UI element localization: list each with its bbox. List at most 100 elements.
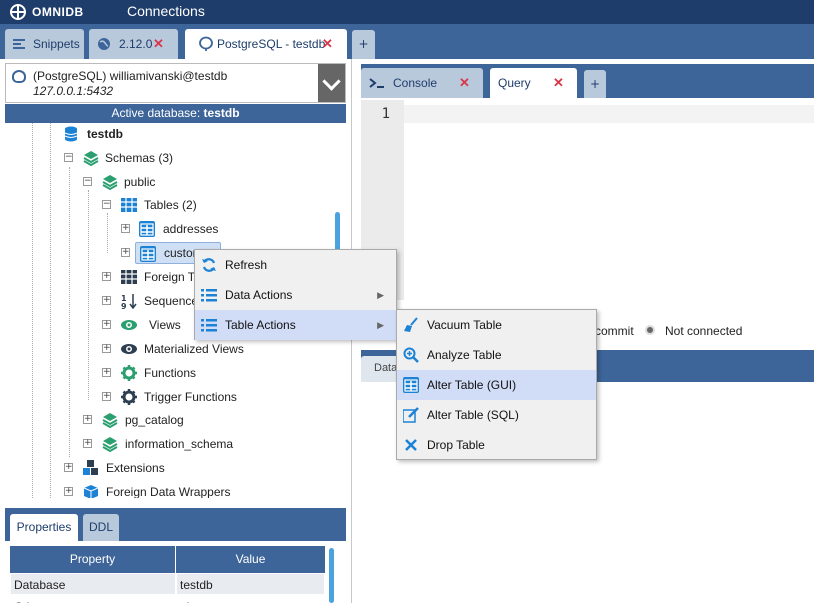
expand-icon[interactable]: + xyxy=(83,439,92,448)
active-database-prefix: Active database: xyxy=(111,106,204,120)
add-tab-button[interactable]: + xyxy=(352,30,375,59)
table-icon xyxy=(140,246,156,262)
table-grid-icon xyxy=(121,270,137,284)
connection-selector[interactable]: (PostgreSQL) williamivanski@testdb 127.0… xyxy=(5,63,346,103)
expand-icon[interactable]: + xyxy=(102,272,111,281)
line-number: 1 xyxy=(381,106,390,122)
tab-snippets[interactable]: Snippets xyxy=(5,29,84,59)
property-value: ab xyxy=(176,595,325,603)
menu-item-table-actions[interactable]: Table Actions ▶ xyxy=(195,310,396,340)
chevron-down-icon[interactable] xyxy=(318,64,345,102)
menu-label: Vacuum Table xyxy=(427,318,502,332)
tab-postgresql-testdb[interactable]: PostgreSQL - testdb ✕ xyxy=(185,29,347,59)
property-name: Oth xyxy=(10,595,176,603)
column-header-property: Property xyxy=(10,546,175,573)
expand-icon[interactable]: + xyxy=(64,487,73,496)
close-icon[interactable]: ✕ xyxy=(459,75,470,91)
layers-icon xyxy=(102,437,118,452)
refresh-icon xyxy=(202,258,216,272)
menu-item-drop-table[interactable]: Drop Table xyxy=(397,430,596,460)
layers-icon xyxy=(102,413,118,428)
add-editor-tab-button[interactable]: + xyxy=(584,70,606,98)
expand-icon[interactable]: + xyxy=(83,415,92,424)
close-icon[interactable]: ✕ xyxy=(322,36,333,52)
close-icon[interactable]: ✕ xyxy=(153,36,164,52)
tab-label: Query xyxy=(498,76,531,90)
expand-icon[interactable]: + xyxy=(102,368,111,377)
layers-icon xyxy=(83,151,99,166)
tab-data[interactable]: Data xyxy=(361,356,399,382)
properties-scrollbar[interactable] xyxy=(329,548,334,603)
tree-label: Tables (2) xyxy=(144,198,197,212)
tab-console[interactable]: Console ✕ xyxy=(361,68,483,98)
context-menu: Refresh Data Actions ▶ Table Actions ▶ xyxy=(194,249,397,340)
menu-label: Drop Table xyxy=(427,438,485,452)
tree-label: Views xyxy=(149,318,181,332)
snippets-icon xyxy=(13,39,25,49)
tab-version[interactable]: 2.12.0 ✕ xyxy=(89,29,178,59)
connection-status: Not connected xyxy=(665,324,743,338)
tree-label: addresses xyxy=(163,222,219,236)
tree-label: Sequence xyxy=(144,294,199,308)
nav-connections-link[interactable]: Connections xyxy=(127,3,205,19)
tab-query[interactable]: Query ✕ xyxy=(490,68,577,98)
sql-editor[interactable]: 1 xyxy=(361,100,814,300)
property-name: Database xyxy=(10,573,176,595)
connection-tab-bar: Snippets 2.12.0 ✕ PostgreSQL - testdb ✕ … xyxy=(0,24,814,59)
tree-label: pg_catalog xyxy=(125,413,184,427)
tree-label: Trigger Functions xyxy=(144,390,237,404)
collapse-icon[interactable]: − xyxy=(83,177,92,186)
menu-item-alter-table-sql[interactable]: Alter Table (SQL) xyxy=(397,400,596,430)
globe-icon xyxy=(98,38,110,50)
brand-name: OMNIDB xyxy=(32,5,84,19)
tree-label: Schemas (3) xyxy=(105,151,174,165)
expand-icon[interactable]: + xyxy=(121,224,130,233)
tree-label: public xyxy=(124,175,156,189)
tab-ddl[interactable]: DDL xyxy=(83,514,119,541)
tree-label: Materialized Views xyxy=(144,342,244,356)
cubes-icon xyxy=(83,460,98,475)
sort-numeric-icon: 19 xyxy=(121,294,137,309)
tab-label: PostgreSQL - testdb xyxy=(217,37,326,51)
expand-icon[interactable]: + xyxy=(121,248,130,257)
table-actions-submenu: Vacuum Table Analyze Table Alter Table (… xyxy=(396,309,597,460)
close-icon[interactable]: ✕ xyxy=(553,75,564,91)
menu-item-analyze-table[interactable]: Analyze Table xyxy=(397,340,596,370)
collapse-icon[interactable]: − xyxy=(64,153,73,162)
connection-host: 127.0.0.1:5432 xyxy=(33,84,114,98)
eye-icon xyxy=(121,344,137,354)
tab-properties[interactable]: Properties xyxy=(10,514,78,541)
menu-item-alter-table-gui[interactable]: Alter Table (GUI) xyxy=(397,370,596,400)
tree-label: Extensions xyxy=(106,461,165,475)
autocommit-label: commit xyxy=(595,324,634,338)
menu-label: Analyze Table xyxy=(427,348,502,362)
edit-icon xyxy=(403,407,419,423)
submenu-arrow-icon: ▶ xyxy=(377,290,384,300)
gear-icon xyxy=(121,389,137,405)
layers-icon xyxy=(102,175,118,190)
box-icon xyxy=(83,485,99,498)
menu-item-vacuum-table[interactable]: Vacuum Table xyxy=(397,310,596,340)
menu-item-refresh[interactable]: Refresh xyxy=(195,250,396,280)
broom-icon xyxy=(404,317,418,332)
tab-label: Console xyxy=(393,76,438,90)
current-line[interactable] xyxy=(404,105,814,123)
tree-label: testdb xyxy=(87,127,123,141)
postgresql-icon xyxy=(199,36,213,51)
table-icon xyxy=(139,221,155,237)
expand-icon[interactable]: + xyxy=(102,296,111,305)
column-header-value: Value xyxy=(176,546,325,573)
expand-icon[interactable]: + xyxy=(102,392,111,401)
menu-item-data-actions[interactable]: Data Actions ▶ xyxy=(195,280,396,310)
expand-icon[interactable]: + xyxy=(64,463,73,472)
top-bar: OMNIDB Connections xyxy=(0,0,814,24)
svg-text:9: 9 xyxy=(121,302,127,309)
active-database-bar: Active database: testdb xyxy=(5,104,346,123)
expand-icon[interactable]: + xyxy=(102,320,111,329)
collapse-icon[interactable]: − xyxy=(102,200,111,209)
menu-label: Table Actions xyxy=(225,318,296,332)
eye-icon xyxy=(121,320,137,330)
status-dot-icon xyxy=(645,325,655,335)
database-icon xyxy=(64,126,78,142)
expand-icon[interactable]: + xyxy=(102,344,111,353)
